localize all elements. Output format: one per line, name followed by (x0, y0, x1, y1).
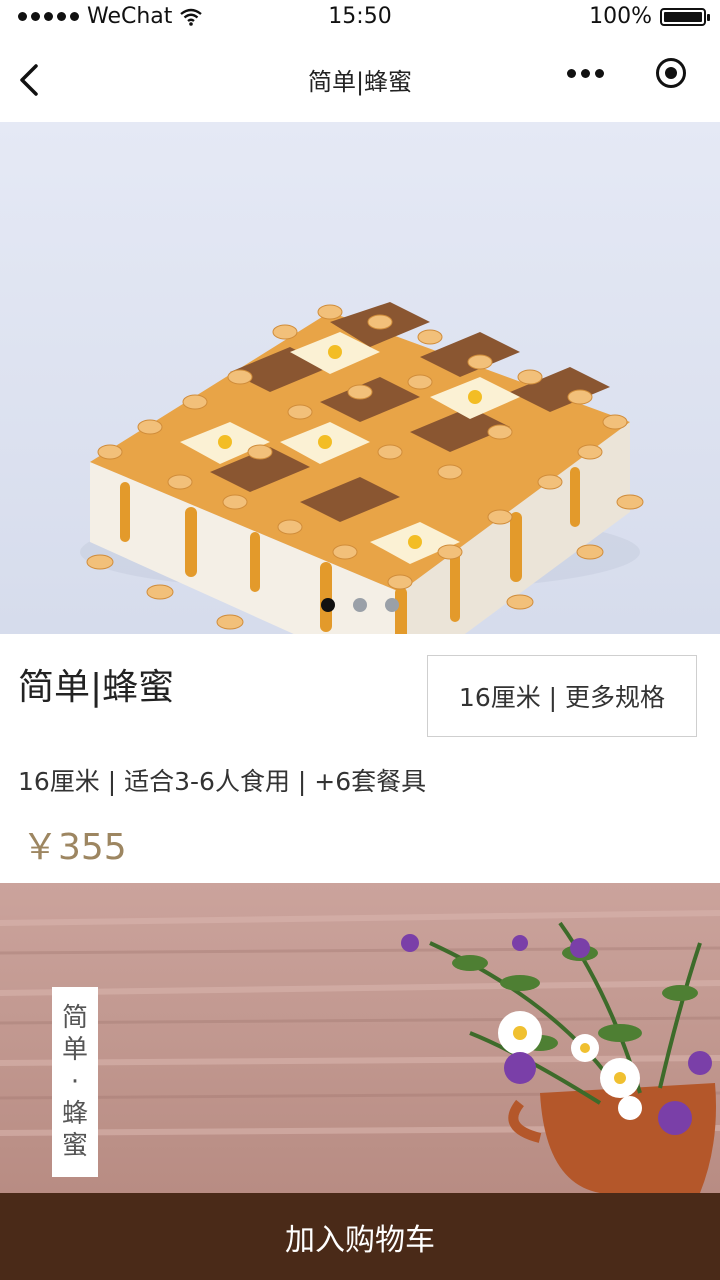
vertical-label-char: 蜂 (61, 1099, 88, 1129)
add-to-cart-button[interactable]: 加入购物车 (0, 1193, 720, 1280)
battery-icon (660, 7, 710, 26)
flower-pot-image (0, 910, 720, 1193)
battery-group: 100% (589, 4, 710, 29)
cake-image (80, 302, 644, 634)
carousel-indicator (0, 598, 720, 612)
vertical-product-label: 简 单 · 蜂 蜜 (52, 987, 98, 1177)
vertical-label-char: 蜜 (61, 1131, 88, 1161)
battery-percent: 100% (589, 4, 652, 29)
mini-program-capsule (567, 58, 686, 88)
carousel-dot[interactable] (385, 598, 399, 612)
close-mini-program-icon[interactable] (656, 58, 686, 88)
vertical-label-char: 单 (61, 1035, 88, 1065)
product-price: ￥355 (22, 827, 127, 868)
product-image-carousel[interactable] (0, 122, 720, 634)
product-name: 简单|蜂蜜 (18, 667, 175, 708)
spec-selector-button[interactable]: 16厘米 | 更多规格 (427, 655, 697, 737)
product-description: 16厘米 | 适合3-6人食用 | +6套餐具 (18, 767, 427, 796)
more-icon[interactable] (567, 68, 604, 78)
carousel-dot[interactable] (353, 598, 367, 612)
status-bar: WeChat 15:50 100% (0, 0, 720, 36)
vertical-label-char: 简 (61, 1003, 88, 1033)
navigation-bar: 简单|蜂蜜 (0, 36, 720, 122)
carousel-dot-active[interactable] (321, 598, 335, 612)
product-detail-image: 简 单 · 蜂 蜜 (0, 883, 720, 1193)
vertical-label-char: · (70, 1067, 80, 1097)
